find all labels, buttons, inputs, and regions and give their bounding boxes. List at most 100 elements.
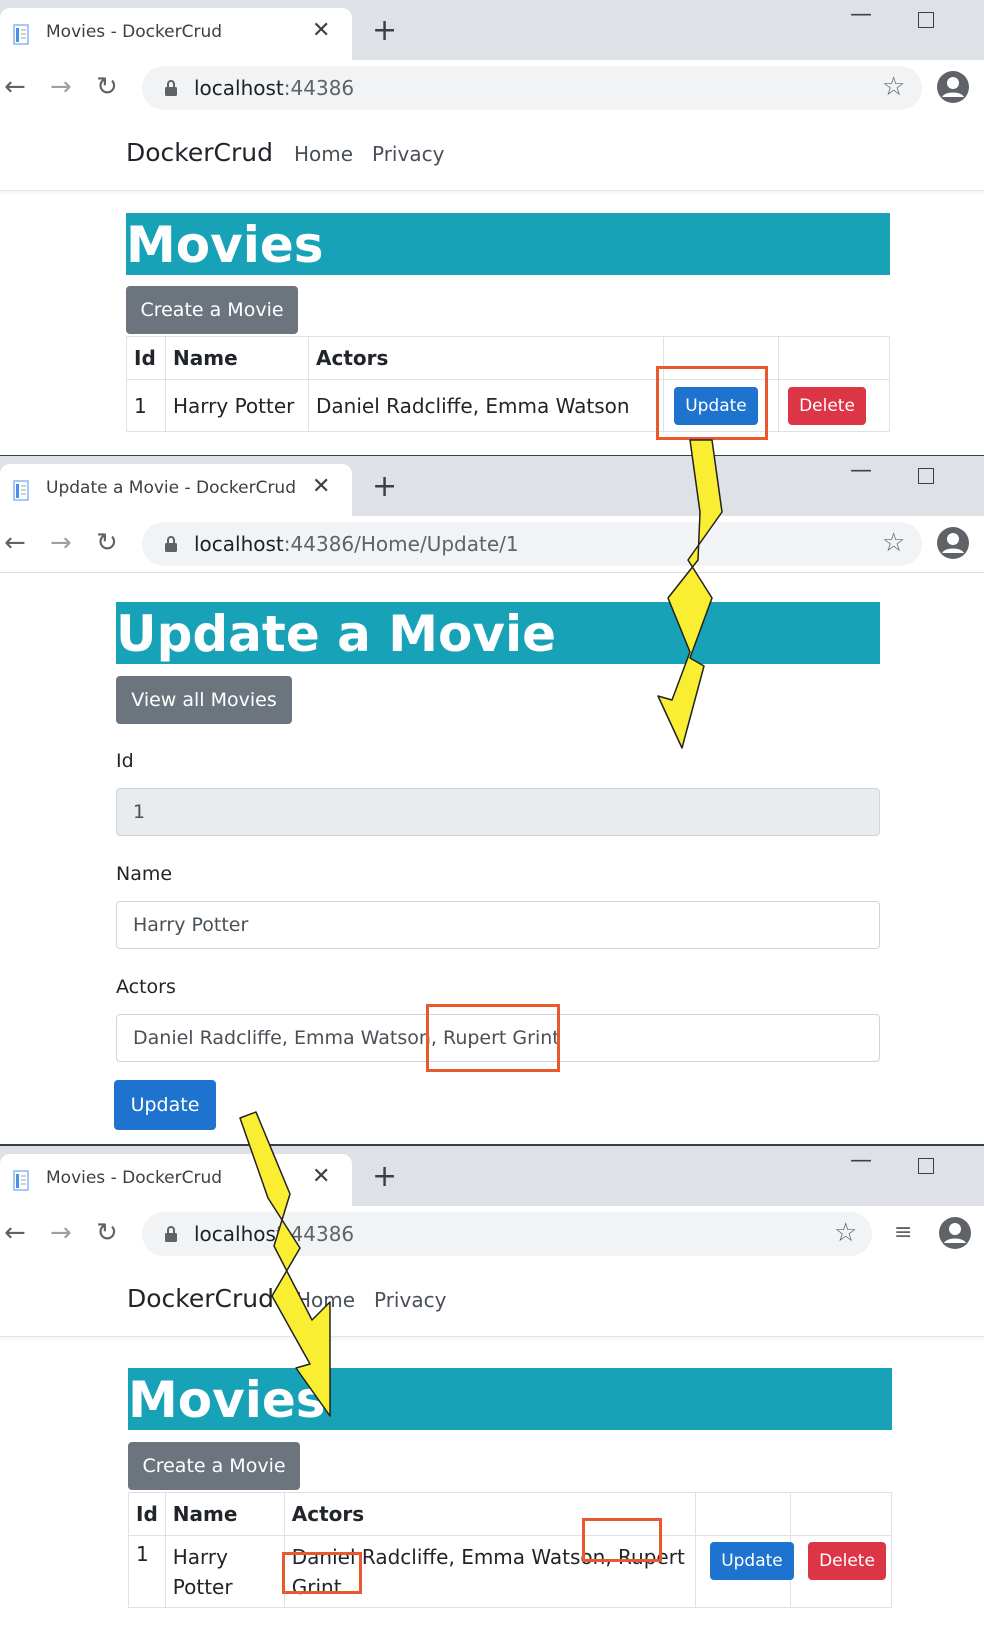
column-header-empty (789, 1492, 893, 1536)
lock-icon (165, 80, 177, 96)
name-field[interactable]: Harry Potter (116, 901, 880, 949)
back-arrow-icon[interactable]: ← (4, 528, 26, 558)
column-header-actors: Actors (308, 336, 664, 380)
reading-list-icon[interactable]: ≡ (894, 1220, 912, 1245)
browser-tab[interactable]: Movies - DockerCrud ✕ (0, 1154, 352, 1206)
forward-arrow-icon[interactable]: → (50, 72, 72, 102)
new-tab-plus-icon[interactable]: + (372, 472, 397, 502)
new-tab-plus-icon[interactable]: + (372, 1162, 397, 1192)
nav-link-privacy[interactable]: Privacy (372, 142, 444, 166)
address-bar[interactable]: localhost:44386 ☆ (142, 1212, 872, 1256)
name-line: Harry (172, 1545, 228, 1569)
cell-name: Harry Potter (165, 379, 309, 432)
cell-id: 1 (126, 379, 166, 432)
cell-name: Harry Potter (164, 1535, 285, 1608)
create-movie-button[interactable]: Create a Movie (126, 286, 298, 334)
maximize-icon[interactable] (918, 468, 934, 484)
highlight-box (582, 1518, 662, 1562)
tab-title: Update a Movie - DockerCrud (46, 478, 296, 498)
tab-title: Movies - DockerCrud (46, 22, 223, 42)
nav-link-home[interactable]: Home (294, 142, 353, 166)
browser-tabstrip: Movies - DockerCrud ✕ + — (0, 0, 984, 60)
app-navbar: DockerCrud Home Privacy (0, 116, 984, 191)
minimize-icon[interactable]: — (850, 2, 872, 27)
browser-tab[interactable]: Update a Movie - DockerCrud ✕ (0, 464, 352, 516)
id-label: Id (116, 750, 134, 772)
profile-avatar-icon[interactable] (936, 526, 970, 560)
browser-toolbar: ← → ↻ localhost:44386/Home/Update/1 ☆ (0, 516, 984, 573)
close-icon[interactable]: ✕ (312, 18, 330, 43)
column-header-empty (694, 1492, 791, 1536)
create-movie-button[interactable]: Create a Movie (128, 1442, 300, 1490)
browser-toolbar: ← → ↻ localhost:44386 ☆ ≡ (0, 1206, 984, 1263)
column-header-empty (778, 336, 890, 380)
update-button[interactable]: Update (710, 1542, 794, 1580)
page-favicon-icon (13, 1170, 29, 1191)
movies-table: Id Name Actors 1 Harry Potter Daniel Rad… (126, 336, 890, 432)
profile-avatar-icon[interactable] (938, 1216, 972, 1250)
highlight-box (656, 366, 768, 440)
close-icon[interactable]: ✕ (312, 474, 330, 499)
url-text: localhost:44386/Home/Update/1 (194, 532, 519, 556)
bookmark-star-icon[interactable]: ☆ (882, 528, 905, 558)
tab-title: Movies - DockerCrud (46, 1168, 223, 1188)
screenshot-movies-list-after: Movies - DockerCrud ✕ + — ← → ↻ localhos… (0, 1146, 984, 1644)
nav-link-home[interactable]: Home (296, 1288, 355, 1312)
address-bar[interactable]: localhost:44386 ☆ (142, 66, 922, 110)
address-bar[interactable]: localhost:44386/Home/Update/1 ☆ (142, 522, 922, 566)
page-favicon-icon (13, 480, 29, 501)
maximize-icon[interactable] (918, 1158, 934, 1174)
cell-actors: Daniel Radcliffe, Emma Watson (308, 379, 664, 432)
view-all-movies-button[interactable]: View all Movies (116, 676, 292, 724)
delete-button[interactable]: Delete (808, 1542, 886, 1580)
browser-tab[interactable]: Movies - DockerCrud ✕ (0, 8, 352, 60)
browser-tabstrip: Movies - DockerCrud ✕ + — (0, 1146, 984, 1206)
screenshot-movies-list-before: Movies - DockerCrud ✕ + — ← → ↻ localhos… (0, 0, 984, 456)
nav-link-privacy[interactable]: Privacy (374, 1288, 446, 1312)
url-text: localhost:44386 (194, 1222, 355, 1246)
table-header-row: Id Name Actors (128, 1492, 893, 1536)
brand-link[interactable]: DockerCrud (126, 138, 273, 167)
profile-avatar-icon[interactable] (936, 70, 970, 104)
page-title: Movies (128, 1368, 892, 1430)
submit-update-button[interactable]: Update (114, 1080, 216, 1130)
name-label: Name (116, 863, 173, 885)
page-title: Movies (126, 213, 890, 275)
page-title: Update a Movie (116, 602, 880, 664)
table-row: 1 Harry Potter Daniel Radcliffe, Emma Wa… (126, 379, 890, 432)
column-header-id: Id (126, 336, 166, 380)
close-icon[interactable]: ✕ (312, 1164, 330, 1189)
browser-tabstrip: Update a Movie - DockerCrud ✕ + — (0, 456, 984, 516)
browser-toolbar: ← → ↻ localhost:44386 ☆ (0, 60, 984, 117)
back-arrow-icon[interactable]: ← (4, 1218, 26, 1248)
id-field: 1 (116, 788, 880, 836)
column-header-name: Name (164, 1492, 285, 1536)
back-arrow-icon[interactable]: ← (4, 72, 26, 102)
reload-icon[interactable]: ↻ (96, 528, 118, 558)
forward-arrow-icon[interactable]: → (50, 528, 72, 558)
app-navbar: DockerCrud Home Privacy (0, 1262, 984, 1337)
maximize-icon[interactable] (918, 12, 934, 28)
lock-icon (165, 536, 177, 552)
forward-arrow-icon[interactable]: → (50, 1218, 72, 1248)
column-header-id: Id (128, 1492, 166, 1536)
screenshot-update-form: Update a Movie - DockerCrud ✕ + — ← → ↻ … (0, 456, 984, 1146)
new-tab-plus-icon[interactable]: + (372, 16, 397, 46)
table-header-row: Id Name Actors (126, 336, 890, 380)
reload-icon[interactable]: ↻ (96, 72, 118, 102)
reload-icon[interactable]: ↻ (96, 1218, 118, 1248)
page-favicon-icon (13, 24, 29, 45)
lock-icon (165, 1226, 177, 1242)
delete-button[interactable]: Delete (788, 387, 866, 425)
url-text: localhost:44386 (194, 76, 355, 100)
bookmark-star-icon[interactable]: ☆ (882, 72, 905, 102)
highlight-box (426, 1004, 560, 1072)
highlight-box (282, 1552, 362, 1594)
minimize-icon[interactable]: — (850, 458, 872, 483)
minimize-icon[interactable]: — (850, 1148, 872, 1173)
actors-label: Actors (116, 976, 176, 998)
cell-id: 1 (128, 1535, 166, 1608)
brand-link[interactable]: DockerCrud (127, 1284, 274, 1313)
bookmark-star-icon[interactable]: ☆ (834, 1218, 857, 1248)
name-line: Potter (172, 1575, 233, 1599)
